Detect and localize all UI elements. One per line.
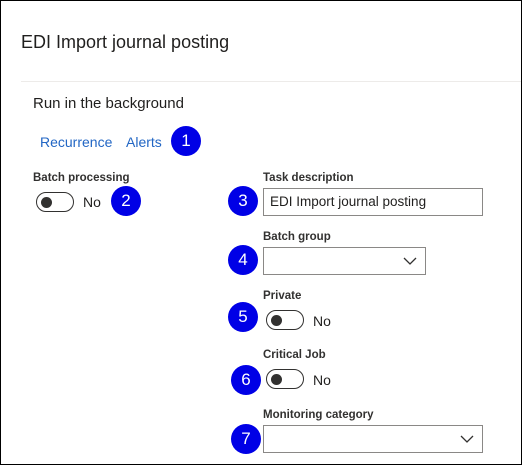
callout-badge-7: 7 — [231, 424, 261, 454]
callout-badge-2: 2 — [111, 186, 141, 216]
private-value: No — [313, 313, 331, 329]
batch-group-select[interactable] — [263, 247, 426, 275]
batch-group-label: Batch group — [263, 231, 331, 243]
callout-badge-5: 5 — [228, 302, 258, 332]
critical-job-toggle[interactable] — [266, 369, 304, 389]
recurrence-link[interactable]: Recurrence — [40, 134, 112, 150]
batch-processing-value: No — [83, 194, 101, 210]
dialog-frame — [0, 0, 522, 465]
toggle-knob — [271, 374, 282, 385]
callout-badge-3: 3 — [228, 186, 258, 216]
batch-processing-label: Batch processing — [33, 172, 130, 184]
chevron-down-icon — [403, 257, 417, 265]
monitoring-category-select[interactable] — [263, 425, 483, 453]
toggle-knob — [271, 315, 282, 326]
callout-badge-1: 1 — [171, 126, 201, 156]
toggle-knob — [41, 197, 52, 208]
task-description-label: Task description — [263, 172, 354, 184]
callout-badge-4: 4 — [228, 245, 258, 275]
critical-job-value: No — [313, 372, 331, 388]
private-label: Private — [263, 290, 302, 302]
critical-job-label: Critical Job — [263, 349, 326, 361]
chevron-down-icon — [460, 435, 474, 443]
task-description-input[interactable]: EDI Import journal posting — [263, 188, 483, 216]
header-divider — [21, 81, 521, 82]
alerts-link[interactable]: Alerts — [126, 134, 162, 150]
private-toggle[interactable] — [266, 310, 304, 330]
batch-processing-toggle[interactable] — [36, 192, 74, 212]
dialog-title: EDI Import journal posting — [21, 32, 230, 52]
callout-badge-6: 6 — [231, 365, 261, 395]
section-title: Run in the background — [33, 95, 184, 112]
monitoring-category-label: Monitoring category — [263, 409, 374, 421]
